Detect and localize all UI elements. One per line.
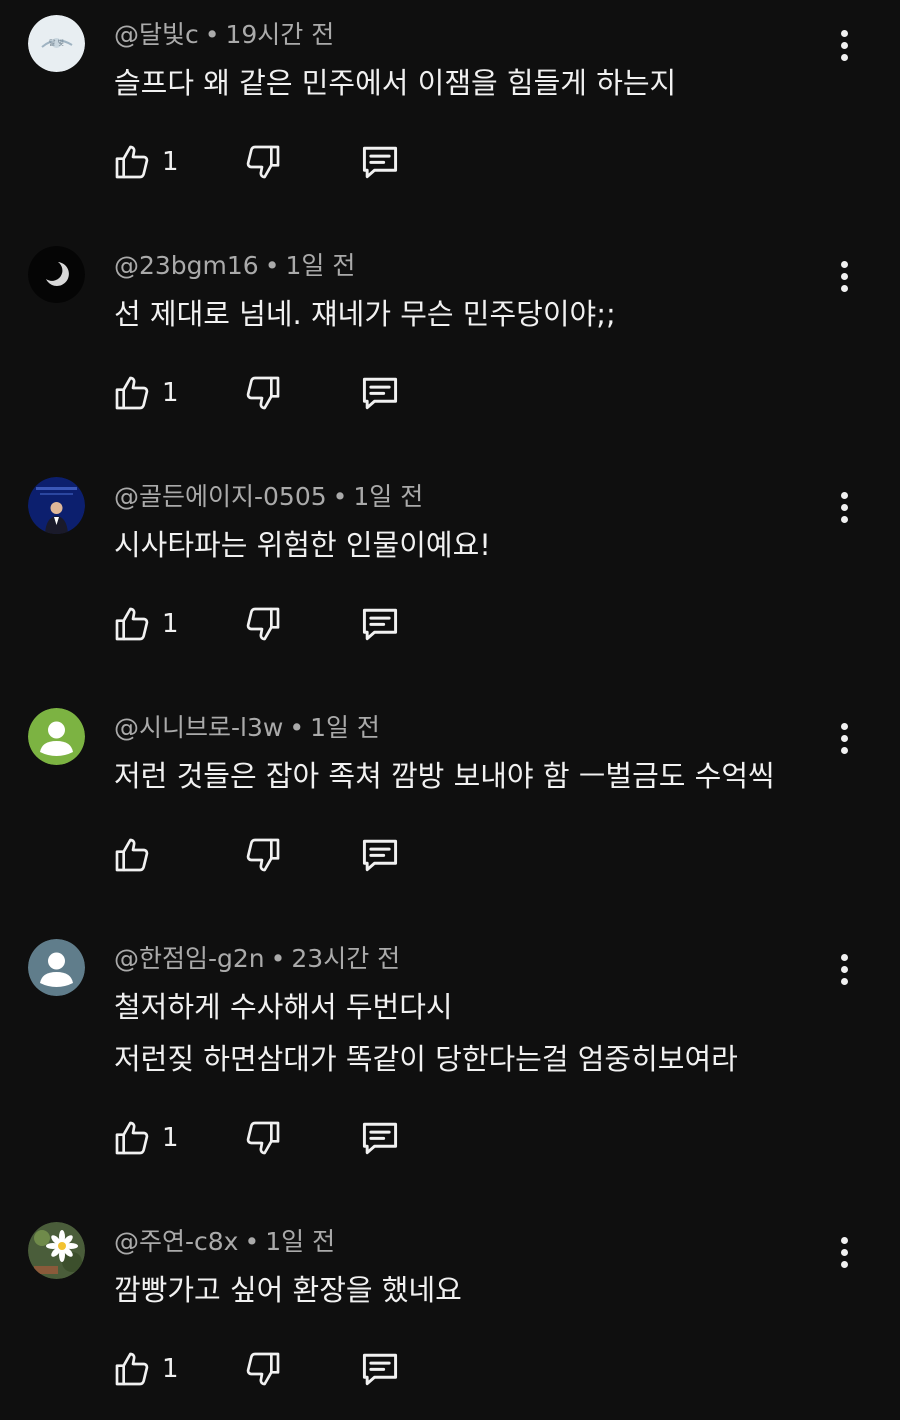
- dislike-button[interactable]: [243, 370, 283, 416]
- avatar[interactable]: 달 빛: [28, 15, 85, 72]
- comment-meta: @한점임-g2n • 23시간 전: [114, 943, 400, 975]
- reply-icon: [362, 608, 398, 641]
- thumbs-down-icon: [246, 607, 280, 641]
- reply-icon: [362, 146, 398, 179]
- reply-button[interactable]: [358, 601, 402, 647]
- reply-button[interactable]: [358, 370, 402, 416]
- comment-text: 슬프다 왜 같은 민주에서 이잼을 힘들게 하는지: [114, 66, 677, 100]
- comment-meta: @달빛c • 19시간 전: [114, 19, 334, 51]
- thumbs-down-icon: [246, 145, 280, 179]
- comment-text: 저런짖 하면삼대가 똑같이 당한다는걸 엄중히보여라: [114, 1042, 738, 1076]
- like-button[interactable]: [112, 832, 162, 878]
- comment-text: 선 제대로 넘네. 쟤네가 무슨 민주당이야;;: [114, 297, 616, 331]
- reply-button[interactable]: [358, 832, 402, 878]
- more-vert-icon[interactable]: [826, 949, 862, 989]
- like-count: 1: [162, 1123, 179, 1153]
- thumbs-up-icon: [115, 838, 149, 872]
- meta-separator: •: [244, 1227, 260, 1256]
- comment-meta: @23bgm16 • 1일 전: [114, 250, 355, 282]
- comment-actions: [0, 832, 900, 878]
- meta-separator: •: [270, 944, 286, 973]
- comment-meta: @주연-c8x • 1일 전: [114, 1226, 335, 1258]
- dislike-button[interactable]: [243, 139, 283, 185]
- thumbs-down-icon: [246, 1121, 280, 1155]
- reply-icon: [362, 377, 398, 410]
- comment-actions: 1: [0, 139, 900, 185]
- like-count: 1: [162, 1354, 179, 1384]
- comment-text: 깜빵가고 싶어 환장을 했네요: [114, 1273, 462, 1307]
- thumbs-up-icon: [115, 1121, 149, 1155]
- more-vert-icon[interactable]: [826, 25, 862, 65]
- thumbs-down-icon: [246, 838, 280, 872]
- comment-author[interactable]: @골든에이지-0505: [114, 482, 327, 511]
- reply-button[interactable]: [358, 139, 402, 185]
- comment-actions: 1: [0, 370, 900, 416]
- meta-separator: •: [332, 482, 348, 511]
- like-button[interactable]: 1: [112, 1346, 179, 1392]
- like-button[interactable]: 1: [112, 370, 179, 416]
- avatar[interactable]: [28, 939, 85, 996]
- dislike-button[interactable]: [243, 1115, 283, 1161]
- comment-time[interactable]: 1일 전: [310, 713, 380, 742]
- comment-author[interactable]: @시니브로-l3w: [114, 713, 283, 742]
- meta-separator: •: [264, 251, 280, 280]
- comment-text: 저런 것들은 잡아 족쳐 깜방 보내야 함 ㅡ벌금도 수억씩: [114, 759, 775, 793]
- thumbs-up-icon: [115, 607, 149, 641]
- comment-meta: @골든에이지-0505 • 1일 전: [114, 481, 423, 513]
- comment-time[interactable]: 19시간 전: [226, 20, 335, 49]
- like-button[interactable]: 1: [112, 139, 179, 185]
- comment-time[interactable]: 1일 전: [353, 482, 423, 511]
- reply-icon: [362, 1122, 398, 1155]
- avatar[interactable]: [28, 246, 85, 303]
- like-count: 1: [162, 609, 179, 639]
- thumbs-up-icon: [115, 145, 149, 179]
- meta-separator: •: [289, 713, 305, 742]
- comment-time[interactable]: 23시간 전: [291, 944, 400, 973]
- dislike-button[interactable]: [243, 832, 283, 878]
- avatar-logo-text: 달 빛: [49, 38, 64, 47]
- like-count: 1: [162, 147, 179, 177]
- comment-actions: 1: [0, 601, 900, 647]
- dislike-button[interactable]: [243, 601, 283, 647]
- thumbs-down-icon: [246, 376, 280, 410]
- comment-text: 철저하게 수사해서 두번다시: [114, 990, 453, 1024]
- reply-icon: [362, 1353, 398, 1386]
- comment-time[interactable]: 1일 전: [265, 1227, 335, 1256]
- thumbs-up-icon: [115, 376, 149, 410]
- reply-icon: [362, 839, 398, 872]
- reply-button[interactable]: [358, 1115, 402, 1161]
- thumbs-down-icon: [246, 1352, 280, 1386]
- like-button[interactable]: 1: [112, 1115, 179, 1161]
- comment-author[interactable]: @23bgm16: [114, 251, 259, 280]
- comment-text: 시사타파는 위험한 인물이예요!: [114, 528, 491, 562]
- thumbs-up-icon: [115, 1352, 149, 1386]
- avatar[interactable]: [28, 477, 85, 534]
- comment-author[interactable]: @주연-c8x: [114, 1227, 238, 1256]
- reply-button[interactable]: [358, 1346, 402, 1392]
- comment-author[interactable]: @달빛c: [114, 20, 199, 49]
- more-vert-icon[interactable]: [826, 487, 862, 527]
- avatar[interactable]: [28, 1222, 85, 1279]
- avatar[interactable]: [28, 708, 85, 765]
- comment-meta: @시니브로-l3w • 1일 전: [114, 712, 380, 744]
- more-vert-icon[interactable]: [826, 718, 862, 758]
- dislike-button[interactable]: [243, 1346, 283, 1392]
- comment-actions: 1: [0, 1115, 900, 1161]
- comment-author[interactable]: @한점임-g2n: [114, 944, 265, 973]
- meta-separator: •: [204, 20, 220, 49]
- like-count: 1: [162, 378, 179, 408]
- like-button[interactable]: 1: [112, 601, 179, 647]
- comment-time[interactable]: 1일 전: [285, 251, 355, 280]
- more-vert-icon[interactable]: [826, 1232, 862, 1272]
- more-vert-icon[interactable]: [826, 256, 862, 296]
- comment-actions: 1: [0, 1346, 900, 1392]
